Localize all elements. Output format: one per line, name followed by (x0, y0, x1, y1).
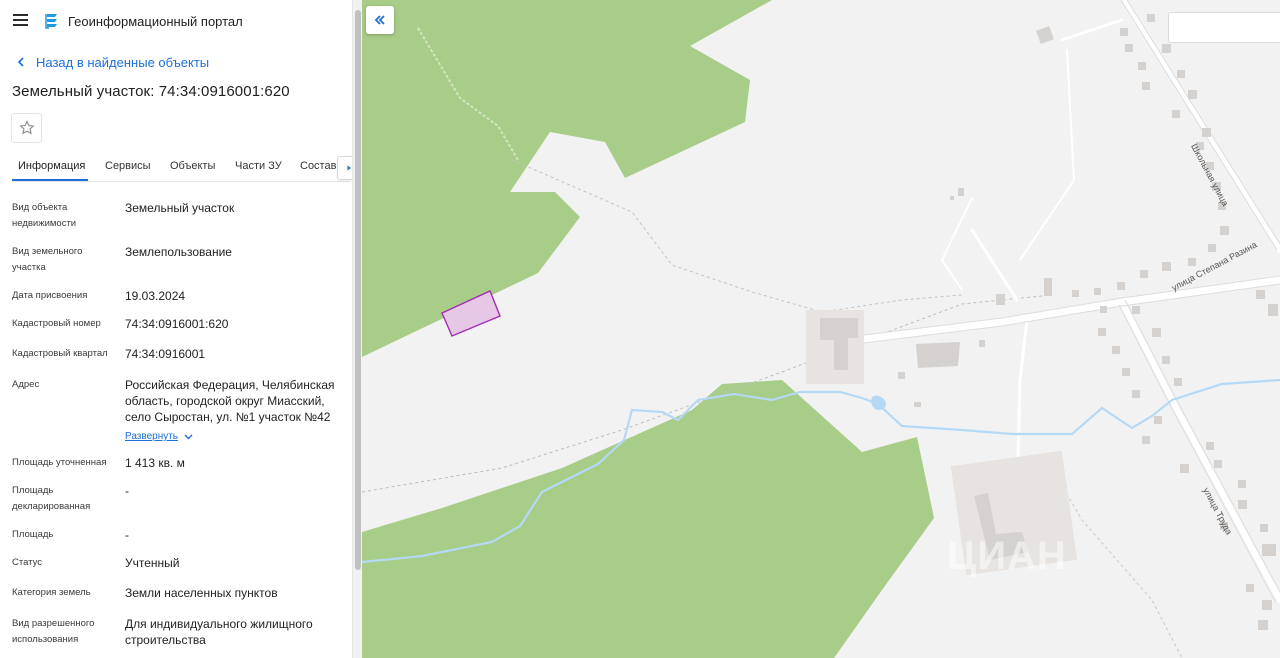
attribute-value: 74:34:0916001 (125, 347, 206, 361)
attribute-label: Категория земель (12, 587, 91, 598)
attribute-label: Статус (12, 557, 43, 568)
page-title: Земельный участок: 74:34:0916001:620 (12, 83, 290, 100)
active-tab-indicator (12, 179, 88, 181)
attribute-label: Площадь (12, 529, 54, 540)
caret-right-icon (347, 165, 351, 171)
attribute-label: Вид объекта недвижимости (12, 202, 77, 229)
attribute-label: Кадастровый квартал (12, 348, 108, 359)
attribute-label: Вид земельного участка (12, 246, 83, 273)
object-info-panel: Геоинформационный портал Назад в найденн… (0, 0, 352, 658)
tab-land-parts[interactable]: Части ЗУ (235, 160, 282, 172)
panel-header: Геоинформационный портал (0, 0, 352, 42)
attribute-value: 19.03.2024 (125, 289, 186, 303)
back-to-results-link[interactable]: Назад в найденные объекты (14, 53, 209, 71)
chevron-left-icon (17, 57, 24, 67)
favorite-button[interactable] (11, 113, 42, 143)
attribute-value: Учтенный (125, 556, 180, 570)
star-icon (18, 120, 35, 135)
double-chevron-left-icon (374, 15, 385, 25)
cadastral-number-value: 74:34:0916001:620 (125, 317, 229, 331)
tab-objects[interactable]: Объекты (170, 160, 215, 172)
attribute-label: Дата присвоения (12, 290, 88, 301)
attribute-label: Вид разрешенного использования (12, 618, 95, 645)
attribute-value: - (125, 528, 129, 542)
tab-services[interactable]: Сервисы (105, 160, 151, 172)
expand-label: Развернуть (125, 431, 179, 442)
expand-address-button[interactable]: Развернуть (125, 429, 193, 445)
tab-information[interactable]: Информация (18, 160, 85, 172)
attribute-label: Кадастровый номер (12, 318, 101, 329)
attribute-label: Адрес (12, 379, 40, 390)
attribute-value: Земельный участок (125, 201, 235, 215)
attribute-value: 1 413 кв. м (125, 456, 185, 470)
watermark-logo: ЦИАН (947, 534, 1067, 578)
attribute-label: Площадь уточненная (12, 457, 107, 468)
scrollbar-thumb[interactable] (355, 10, 361, 570)
attribute-value: Земли населенных пунктов (125, 586, 278, 600)
tab-composition-clip: Состав (300, 158, 340, 176)
collapse-panel-button[interactable] (366, 6, 394, 34)
map-search-input[interactable] (1168, 12, 1280, 43)
map-view[interactable]: Школьная улица улица Степана Разина улиц… (362, 0, 1280, 658)
attribute-value: - (125, 484, 129, 498)
tab-bar: Информация Сервисы Объекты Части ЗУ Сост… (12, 152, 352, 182)
attribute-label: Площадь декларированная (12, 485, 91, 512)
menu-icon[interactable] (12, 12, 30, 28)
chevron-down-icon (184, 434, 193, 440)
portal-logo-icon (45, 14, 57, 29)
panel-scrollbar[interactable] (352, 0, 362, 658)
attribute-value: Для индивидуального жилищного строительс… (125, 617, 313, 647)
map-canvas[interactable] (362, 0, 1280, 658)
app-title: Геоинформационный портал (68, 14, 243, 29)
address-block: Российская Федерация, Челябинская област… (125, 377, 347, 445)
attribute-value: Землепользование (125, 245, 232, 259)
tab-composition[interactable]: Состав (300, 160, 336, 172)
address-value: Российская Федерация, Челябинская област… (125, 378, 335, 424)
tabs-scroll-right-button[interactable] (337, 156, 352, 180)
back-link-label: Назад в найденные объекты (36, 54, 210, 70)
